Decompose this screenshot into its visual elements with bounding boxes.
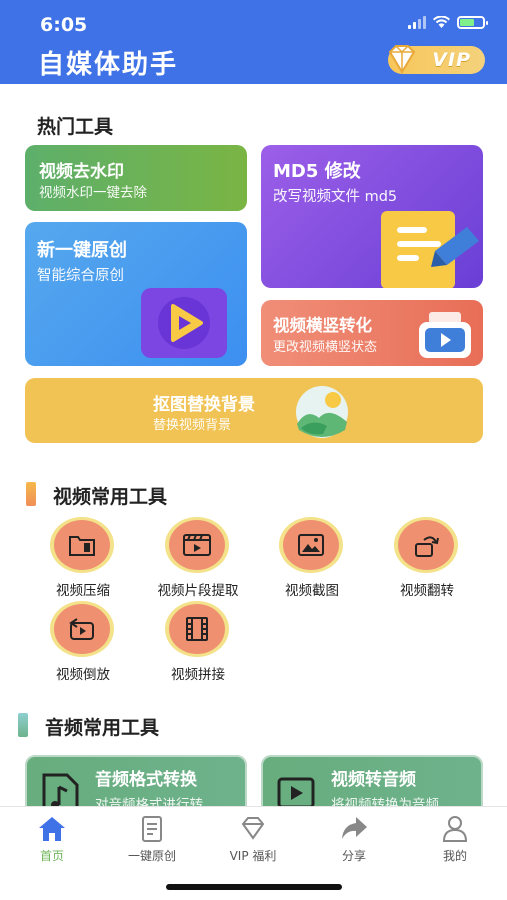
tool-label: 视频片段提取	[157, 583, 239, 599]
signal-icon	[408, 16, 426, 29]
card-subtitle: 更改视频横竖状态	[273, 340, 378, 355]
screenshot-icon	[298, 534, 324, 556]
vip-button[interactable]: VIP	[388, 45, 485, 74]
watermark-removal-card[interactable]: 视频去水印 视频水印一键去除	[25, 145, 247, 211]
video-orientation-card[interactable]: 视频横竖转化 更改视频横竖状态	[261, 300, 483, 366]
tool-label: 视频倒放	[56, 667, 110, 683]
battery-icon	[457, 16, 488, 29]
tab-label: 首页	[39, 849, 64, 863]
wifi-icon	[433, 16, 450, 28]
tab-one-click-original[interactable]: 一键原创	[112, 815, 192, 864]
video-section-marker	[26, 482, 36, 506]
tab-share[interactable]: 分享	[314, 815, 394, 864]
card-title: 视频去水印	[39, 162, 124, 182]
tab-profile[interactable]: 我的	[415, 815, 495, 864]
profile-icon	[442, 816, 468, 842]
background-replace-card[interactable]: 抠图替换背景 替换视频背景	[25, 378, 483, 443]
card-subtitle: 智能综合原创	[37, 268, 124, 284]
tab-vip-benefits[interactable]: VIP 福利	[213, 815, 293, 864]
share-icon	[342, 817, 367, 839]
status-time: 6:05	[40, 14, 88, 36]
card-title: MD5 修改	[273, 161, 361, 182]
compress-icon	[69, 536, 95, 556]
play-icon	[141, 288, 227, 358]
card-title: 视频转音频	[331, 770, 416, 790]
tab-label: 分享	[341, 849, 366, 863]
tool-label: 视频翻转	[400, 583, 454, 599]
home-indicator	[166, 884, 342, 890]
video-compress-tool[interactable]: 视频压缩	[28, 517, 138, 599]
audio-section-marker	[18, 713, 28, 737]
video-screenshot-tool[interactable]: 视频截图	[257, 517, 367, 599]
diamond-icon	[241, 817, 265, 840]
card-title: 音频格式转换	[95, 770, 197, 790]
clip-icon	[183, 534, 211, 556]
card-title: 新一键原创	[37, 240, 127, 261]
app-title: 自媒体助手	[38, 50, 179, 80]
tab-label: VIP 福利	[229, 849, 277, 863]
audio-tools-title: 音频常用工具	[45, 717, 160, 739]
video-flip-tool[interactable]: 视频翻转	[372, 517, 482, 599]
video-merge-tool[interactable]: 视频拼接	[143, 601, 253, 683]
card-subtitle: 视频水印一键去除	[39, 185, 147, 201]
tool-label: 视频拼接	[171, 667, 225, 683]
landscape-image-icon	[296, 386, 348, 438]
tab-home[interactable]: 首页	[12, 815, 92, 864]
rotate-video-icon	[419, 312, 471, 358]
reverse-icon	[69, 618, 94, 640]
card-title: 视频横竖转化	[273, 316, 372, 335]
status-icons	[408, 16, 488, 29]
tab-label: 我的	[442, 849, 467, 863]
app-header: 6:05 自媒体助手 VIP	[0, 0, 507, 84]
video-clip-tool[interactable]: 视频片段提取	[143, 517, 253, 599]
card-title: 抠图替换背景	[153, 395, 255, 415]
vip-label: VIP	[432, 49, 471, 71]
video-reverse-tool[interactable]: 视频倒放	[28, 601, 138, 683]
card-subtitle: 改写视频文件 md5	[273, 189, 398, 205]
one-click-original-card[interactable]: 新一键原创 智能综合原创	[25, 222, 247, 366]
video-tools-title: 视频常用工具	[53, 486, 168, 508]
film-icon	[186, 617, 208, 641]
vip-diamond-icon	[388, 45, 416, 74]
md5-modify-card[interactable]: MD5 修改 改写视频文件 md5	[261, 145, 483, 288]
tool-label: 视频压缩	[56, 583, 110, 599]
document-edit-icon	[381, 211, 479, 288]
card-subtitle: 替换视频背景	[153, 418, 232, 433]
hot-tools-title: 热门工具	[37, 116, 114, 138]
home-icon	[39, 817, 65, 841]
tool-label: 视频截图	[285, 583, 339, 599]
flip-icon	[415, 536, 439, 557]
document-icon	[142, 816, 162, 842]
tab-label: 一键原创	[127, 849, 176, 863]
